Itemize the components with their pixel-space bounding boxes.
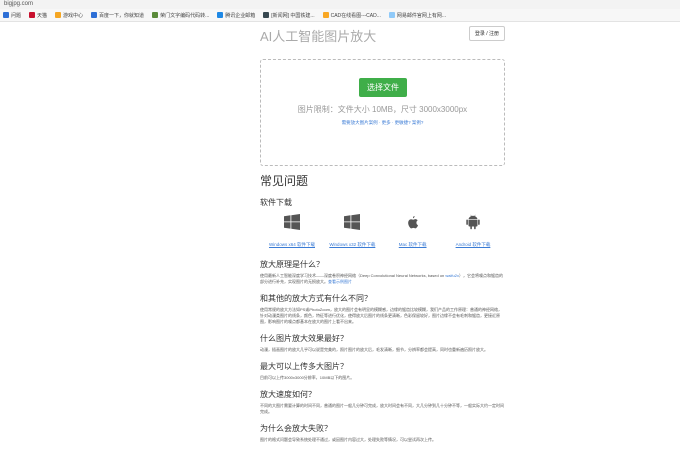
faq-question-failure: 为什么会放大失败？	[260, 424, 332, 433]
bookmark-item[interactable]: 游戏中心	[55, 12, 83, 19]
bookmark-item[interactable]: 网易邮件官网上有网...	[388, 12, 446, 19]
bookmark-favicon-icon	[388, 12, 395, 18]
bookmark-item[interactable]: 腾讯企业邮箱	[217, 12, 255, 19]
bookmark-item[interactable]: 天猫	[29, 12, 47, 19]
android-icon	[466, 214, 480, 230]
download-windows-x32[interactable]: Windows x32 软件下载	[324, 214, 380, 251]
select-file-button[interactable]: 选择文件	[359, 78, 407, 97]
faq-answer-failure: 图片的格式问题会导致系统处理不通过，或因图片内容过大，处理失败等情况，可以尝试再…	[260, 437, 436, 442]
faq-answer-max-size: 目前可以上传3000x3000分辨率，10MB以下的图片。	[260, 375, 355, 380]
faq-question-difference: 和其他的放大方式有什么不同？	[260, 294, 372, 303]
faq-answer-principle: 使用最新人工智能深度学习技术——深度卷积神经网络（Deep Convolutio…	[260, 273, 503, 284]
bookmarks-bar: 问题 天猫 游戏中心 百度一下，你就知道 荣门文字编码代码转... 腾讯企业邮箱…	[0, 9, 680, 22]
faq-answer-best-images: 动漫，插画图片的放大几乎可以说是完美的，照片图片的放大后，毛发清晰，细节，分辨率…	[260, 347, 488, 352]
download-android[interactable]: Android 软件下载	[445, 214, 501, 251]
faq-section: 常见问题 软件下载 Windows x64 软件下载 Windows x32 软…	[260, 172, 505, 443]
bookmark-favicon-icon	[55, 12, 62, 18]
bookmark-item[interactable]: 荣门文字编码代码转...	[152, 12, 209, 19]
upload-limit-text: 图片限制：文件大小 10MB，尺寸 3000x3000px	[297, 105, 468, 114]
faq-question-principle: 放大原理是什么？	[260, 260, 324, 269]
faq-answer-difference: 使用常规的放大方法如PS或PhotoZoom，放大的图片会有明显的模糊感，边缘的…	[260, 307, 503, 324]
faq-heading: 常见问题	[260, 174, 309, 188]
bookmark-favicon-icon	[152, 12, 159, 18]
download-mac[interactable]: Mac 软件下载	[385, 214, 441, 251]
download-label[interactable]: Mac 软件下载	[399, 242, 427, 247]
windows-icon	[344, 214, 361, 230]
download-label[interactable]: Android 软件下载	[456, 242, 491, 247]
bookmark-favicon-icon	[217, 12, 224, 18]
bookmark-favicon-icon	[263, 12, 270, 18]
faq-question-speed: 放大速度如何？	[260, 390, 316, 399]
bookmark-favicon-icon	[322, 12, 329, 18]
faq-answer-speed: 不同的大图片需要计算的时间不同，普通的图片一般几分钟可完成，放大时间会有不同，大…	[260, 403, 504, 414]
upload-dropzone[interactable]: 选择文件 图片限制：文件大小 10MB，尺寸 3000x3000px 需要放大图…	[260, 59, 505, 166]
bookmark-item[interactable]: 百度一下，你就知道	[91, 12, 144, 19]
bookmark-favicon-icon	[91, 12, 98, 18]
page-header: AI人工智能图片放大 登录 / 注册	[260, 22, 505, 52]
bookmark-favicon-icon	[29, 12, 36, 18]
bookmark-item[interactable]: CAD在线看图---CAD...	[322, 12, 381, 19]
download-windows-x64[interactable]: Windows x64 软件下载	[264, 214, 320, 251]
download-list: Windows x64 软件下载 Windows x32 软件下载 Mac 软件…	[260, 212, 505, 251]
address-bar[interactable]: bigjpg.com	[0, 0, 680, 9]
main-content: AI人工智能图片放大 登录 / 注册 选择文件 图片限制：文件大小 10MB，尺…	[260, 22, 505, 442]
bookmark-item[interactable]: 问题	[3, 12, 21, 19]
windows-icon	[284, 214, 300, 230]
faq-question-best-images: 什么图片放大效果最好？	[260, 334, 348, 343]
download-label[interactable]: Windows x32 软件下载	[329, 242, 375, 247]
waifu2x-link[interactable]: waifu2x	[445, 273, 459, 278]
software-download-heading: 软件下载	[260, 198, 292, 207]
bookmark-item[interactable]: [新闻网] 中国铁建...	[263, 12, 315, 19]
upload-help-link[interactable]: 需要放大图片案例 · 更多 · 更敏捷? 案例?	[261, 120, 504, 126]
faq-question-max-size: 最大可以上传多大图片？	[260, 362, 348, 371]
login-register-button[interactable]: 登录 / 注册	[468, 26, 505, 41]
page-title: AI人工智能图片放大	[260, 29, 377, 44]
download-label[interactable]: Windows x64 软件下载	[269, 242, 315, 247]
apple-icon	[407, 216, 418, 229]
view-examples-link[interactable]: 查看示例图片	[328, 279, 352, 284]
bookmark-favicon-icon	[3, 12, 9, 18]
